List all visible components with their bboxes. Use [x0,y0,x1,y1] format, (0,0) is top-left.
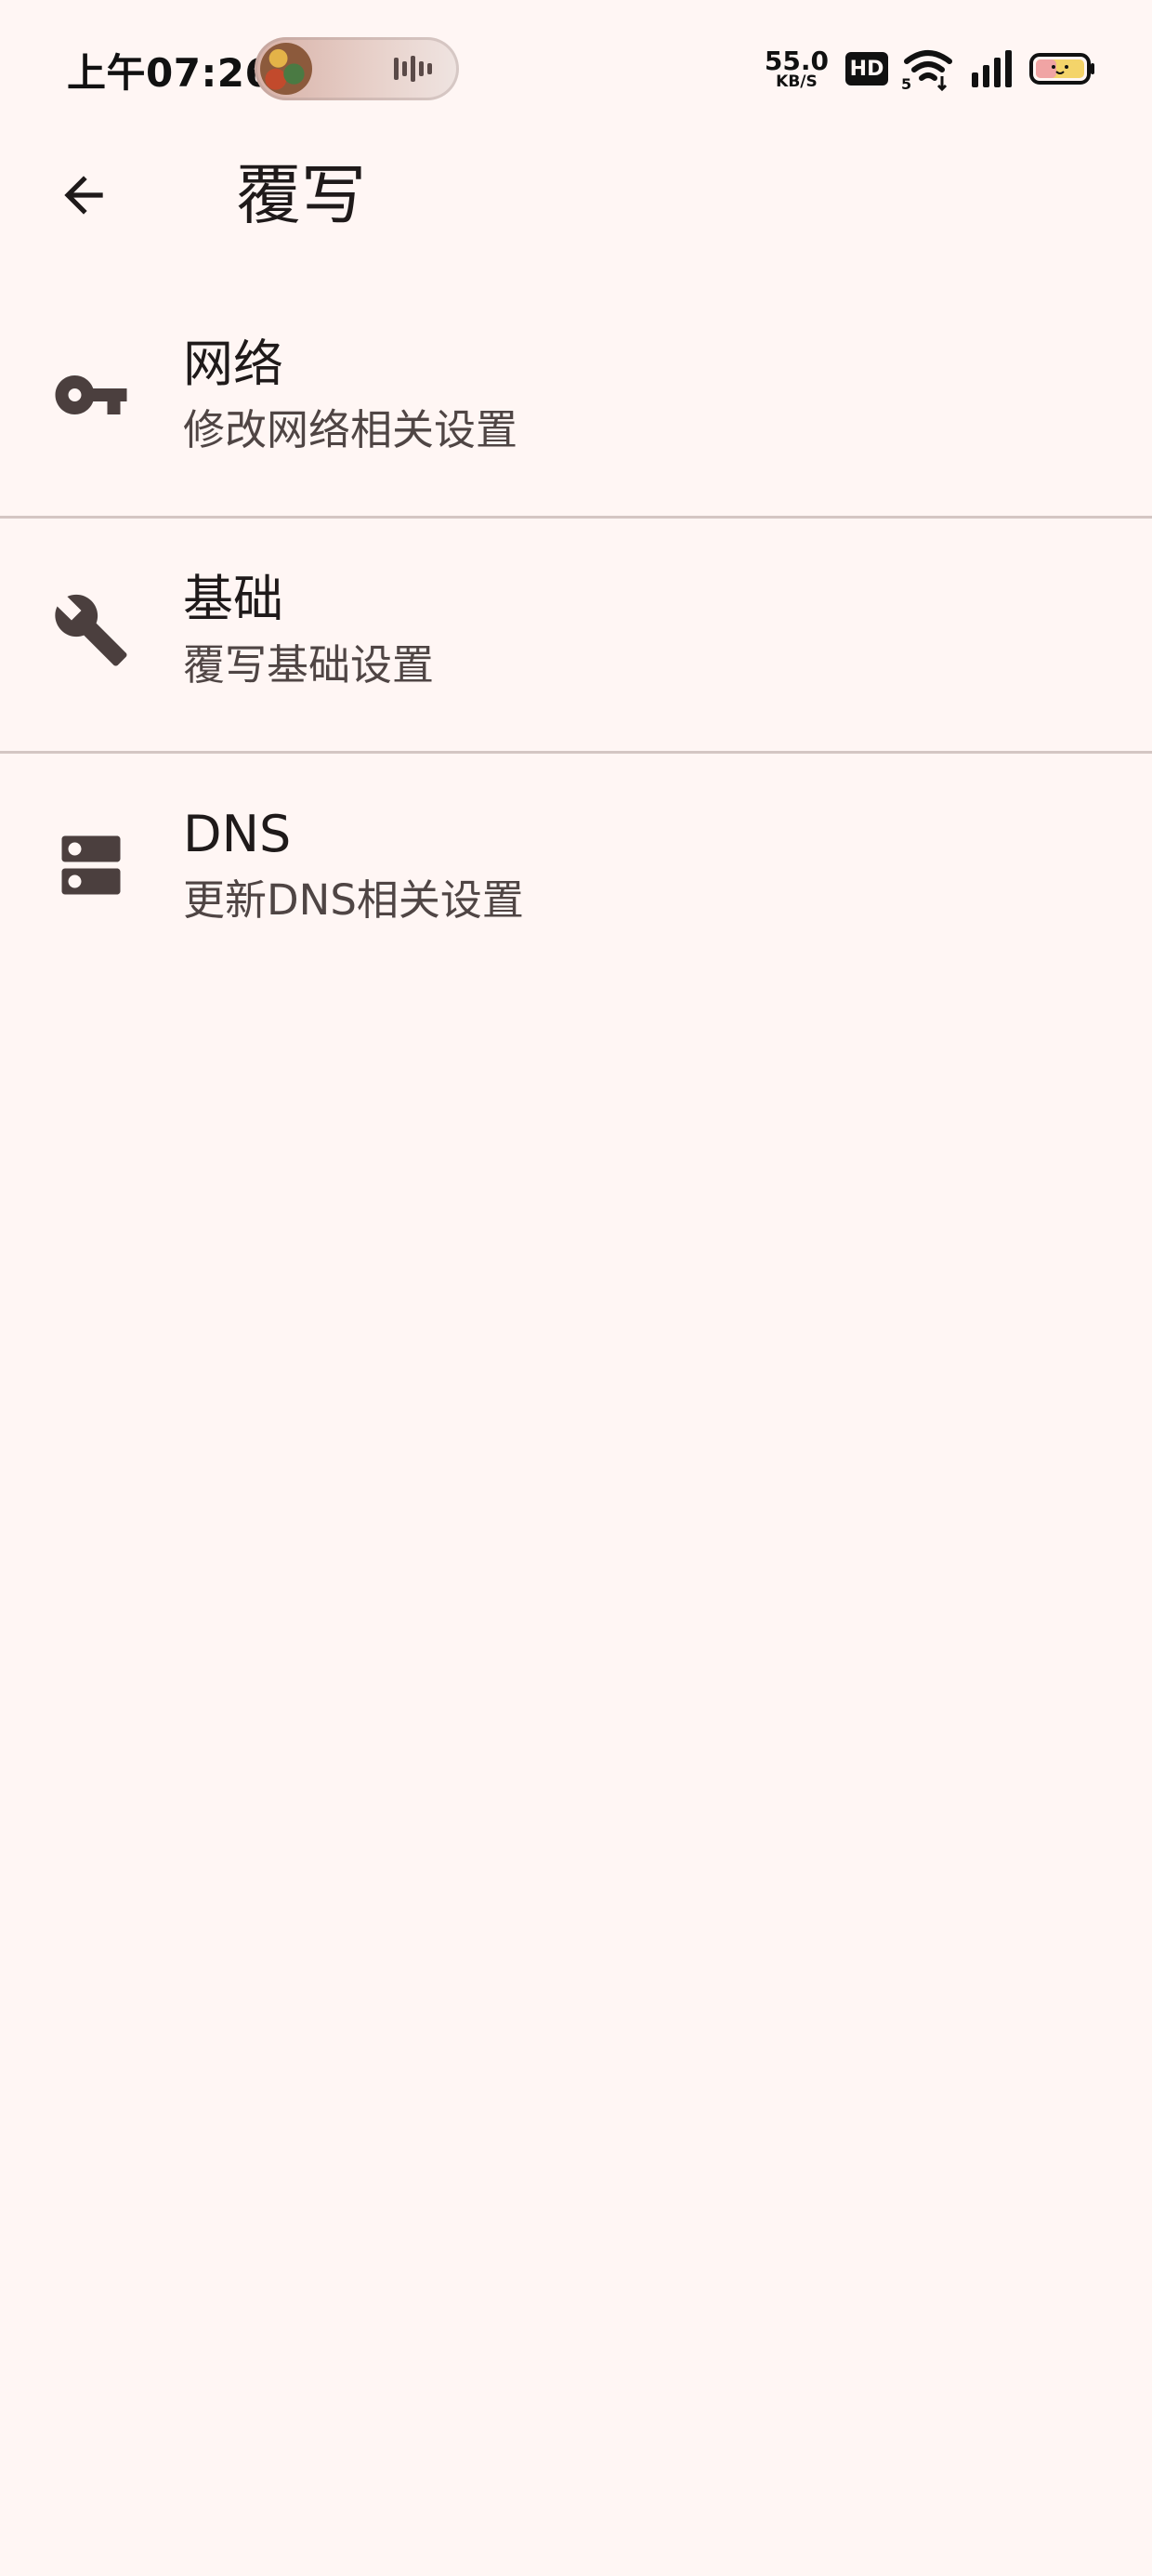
status-time: 上午07:26 [67,50,273,96]
settings-item-subtitle: 修改网络相关设置 [183,405,518,454]
key-icon [52,356,130,434]
settings-item-basic[interactable]: 基础 覆写基础设置 [0,519,1152,751]
net-speed-value: 55.0 [764,45,829,76]
back-button[interactable] [48,160,119,230]
svg-text:5: 5 [901,75,911,91]
battery-icon [1029,52,1096,85]
media-pill[interactable] [255,37,459,100]
dns-icon [52,826,130,904]
app-bar: 覆写 [0,139,1152,251]
settings-item-dns[interactable]: DNS 更新DNS相关设置 [0,754,1152,986]
settings-item-title: DNS [183,805,292,863]
settings-item-subtitle: 覆写基础设置 [183,640,435,690]
wrench-icon [52,591,130,669]
settings-item-title: 基础 [183,570,283,628]
status-bar: 上午07:26 55.0 KB/S HD 5 [0,0,1152,139]
settings-item-title: 网络 [183,335,283,393]
arrow-back-icon [64,176,103,215]
settings-item-subtitle: 更新DNS相关设置 [183,875,524,925]
net-speed-unit: KB/S [776,72,818,91]
album-art [260,43,312,95]
music-wave-icon [394,56,432,82]
settings-item-network[interactable]: 网络 修改网络相关设置 [0,283,1152,516]
page-title: 覆写 [236,157,366,233]
signal-icon [968,48,1016,89]
settings-list: 网络 修改网络相关设置 基础 覆写基础设置 DNS 更新DNS相关设置 [0,283,1152,986]
net-speed: 55.0 KB/S [764,45,829,91]
status-icons: 55.0 KB/S HD 5 [765,41,1096,97]
wifi-icon: 5 [901,46,955,91]
hd-icon: HD [845,52,888,85]
